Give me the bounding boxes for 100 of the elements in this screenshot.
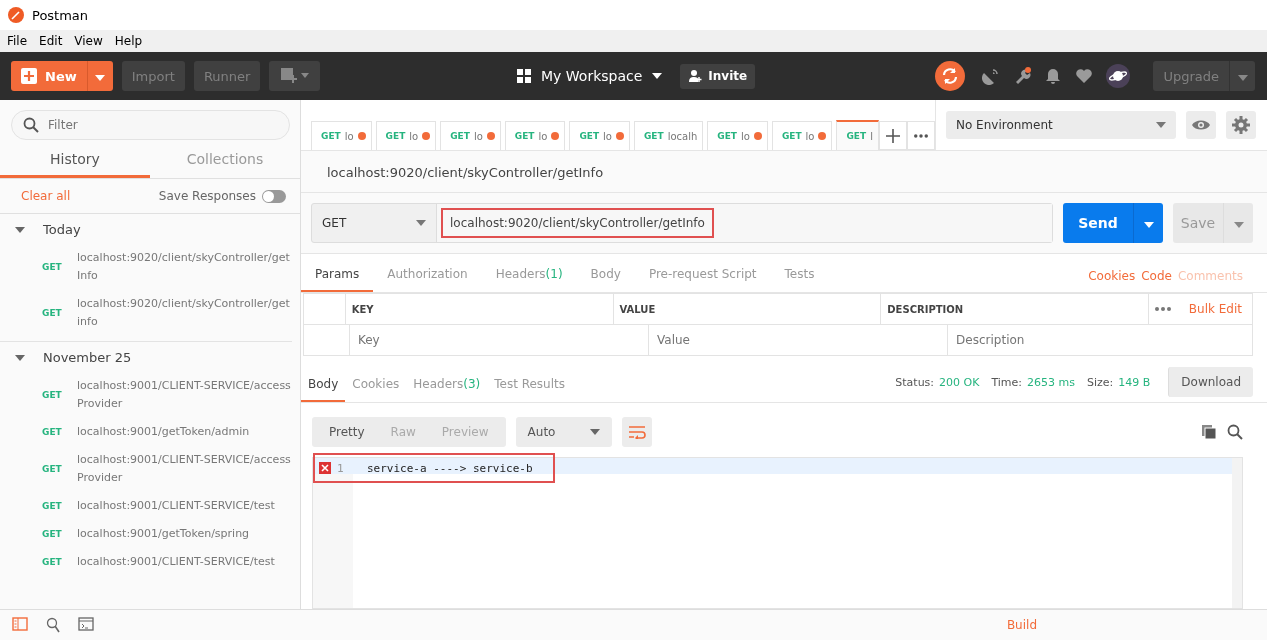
history-item[interactable]: localhost:9001/CLIENT-SERVICE/accessProvider [77, 377, 292, 413]
menu-item[interactable]: File [7, 34, 28, 48]
save-dropdown-button[interactable] [1223, 203, 1253, 243]
menu-item[interactable]: View [74, 34, 103, 48]
new-button[interactable]: New [11, 61, 87, 91]
save-responses-label: Save Responses [158, 189, 256, 203]
bell-icon[interactable] [1044, 67, 1063, 85]
new-window-button[interactable] [269, 61, 321, 91]
download-button[interactable]: Download [1168, 367, 1253, 397]
param-field[interactable]: Description [954, 332, 1227, 348]
more-icon[interactable] [1155, 307, 1172, 311]
sidebar-tab[interactable]: History [0, 142, 150, 178]
more-icon [913, 133, 928, 138]
caret-icon [1155, 122, 1166, 128]
copy-icon[interactable] [1201, 424, 1217, 440]
request-tab[interactable]: GET lo [504, 121, 566, 150]
response-section-tab[interactable]: Body [301, 377, 346, 402]
environment-dropdown[interactable]: No Environment [945, 111, 1176, 139]
request-section-tab[interactable]: Params [301, 267, 374, 292]
method-label: GET [42, 308, 63, 318]
planet-avatar-icon[interactable] [1106, 64, 1131, 88]
method-label: GET [42, 501, 63, 511]
request-link[interactable]: Code [1141, 269, 1172, 283]
plus-icon [21, 68, 37, 84]
code-text: service-a ----> service-b [367, 461, 533, 475]
history-item[interactable]: localhost:9020/client/skyController/getInfo [77, 249, 292, 285]
satellite-dish-icon[interactable] [982, 67, 1001, 85]
request-tab[interactable]: GET l [836, 120, 879, 150]
request-tab[interactable]: GET lo [707, 121, 768, 150]
response-section-tab[interactable]: Headers(3) [406, 377, 488, 402]
caret-icon[interactable] [15, 354, 25, 361]
url-field[interactable]: localhost:9020/client/skyController/getInfo [441, 208, 714, 238]
meta-label: Time: [991, 375, 1023, 389]
search-icon[interactable] [46, 617, 60, 633]
postman-logo-icon [8, 7, 24, 23]
request-tab[interactable]: GET lo [375, 121, 437, 150]
settings-button[interactable] [1225, 111, 1256, 139]
console-icon[interactable] [78, 617, 94, 631]
send-button[interactable]: Send [1063, 203, 1133, 243]
sidebar-toggle-icon[interactable] [12, 617, 28, 631]
upgrade-button[interactable]: Upgrade [1153, 61, 1229, 91]
heart-icon[interactable] [1075, 67, 1094, 85]
line-number: 1 [337, 461, 345, 475]
request-section-tab[interactable]: Body [576, 267, 635, 292]
runner-button[interactable]: Runner [193, 61, 261, 91]
history-item[interactable]: localhost:9001/CLIENT-SERVICE/accessProvider [77, 451, 292, 487]
column-header: KEY [351, 303, 374, 315]
import-button[interactable]: Import [121, 61, 185, 91]
wrap-button[interactable] [621, 417, 652, 447]
response-section-tab[interactable]: Test Results [487, 377, 572, 402]
request-link[interactable]: Cookies [1088, 269, 1136, 283]
search-icon [23, 117, 39, 133]
caret-icon [1233, 221, 1244, 228]
history-group-title[interactable]: Today [43, 222, 81, 237]
history-item[interactable]: localhost:9001/CLIENT-SERVICE/test [77, 497, 292, 515]
new-dropdown-button[interactable] [86, 61, 113, 91]
history-group-title[interactable]: November 25 [43, 350, 132, 365]
more-button[interactable] [906, 121, 935, 150]
request-tab[interactable]: GET lo [569, 121, 630, 150]
caret-icon [652, 73, 663, 79]
add-tab-button[interactable] [878, 121, 907, 150]
send-dropdown-button[interactable] [1133, 203, 1163, 243]
format-dropdown[interactable]: Auto [515, 417, 612, 447]
clear-all-link[interactable]: Clear all [21, 189, 71, 203]
param-field[interactable]: Key [355, 332, 623, 348]
request-section-tab[interactable]: Tests [770, 267, 829, 292]
response-section-tab[interactable]: Cookies [345, 377, 407, 402]
request-section-tab[interactable]: Pre-request Script [634, 267, 771, 292]
history-item[interactable]: localhost:9001/getToken/spring [77, 525, 292, 543]
request-tab[interactable]: GET lo [311, 121, 372, 150]
search-icon[interactable] [1227, 424, 1243, 440]
bulk-edit-link[interactable]: Bulk Edit [1188, 302, 1242, 316]
meta-label: Size: [1087, 375, 1114, 389]
workspace-button[interactable]: My Workspace [511, 67, 669, 85]
eye-button[interactable] [1185, 111, 1216, 139]
request-section-tab[interactable]: Headers(1) [481, 267, 577, 292]
sync-icon[interactable] [935, 61, 966, 91]
history-item[interactable]: localhost:9001/CLIENT-SERVICE/test [77, 553, 292, 571]
method-label: GET [42, 262, 63, 272]
save-button[interactable]: Save [1173, 203, 1223, 243]
request-tab[interactable]: GET localh [633, 121, 704, 150]
column-header: DESCRIPTION [887, 303, 964, 315]
request-tab[interactable]: GET lo [771, 121, 833, 150]
build-link[interactable]: Build [1006, 618, 1037, 632]
request-section-tab[interactable]: Authorization [373, 267, 482, 292]
sidebar-tab[interactable]: Collections [150, 142, 300, 178]
menu-item[interactable]: Help [114, 34, 143, 48]
filter-field[interactable]: Filter [11, 110, 290, 140]
upgrade-dropdown-button[interactable] [1229, 61, 1255, 91]
history-item[interactable]: localhost:9020/client/skyController/getinfo [77, 295, 292, 331]
param-field[interactable]: Value [655, 332, 922, 348]
menu-item[interactable]: Edit [39, 34, 63, 48]
history-item[interactable]: localhost:9001/getToken/admin [77, 423, 292, 441]
invite-button[interactable]: Invite [680, 63, 756, 89]
view-mode-tab[interactable]: Pretty [316, 425, 378, 439]
add-window-icon [279, 67, 310, 85]
request-tab[interactable]: GET lo [440, 121, 501, 150]
meta-value: 200 OK [939, 375, 980, 389]
save-responses-toggle[interactable] [262, 189, 286, 203]
caret-icon[interactable] [15, 226, 25, 233]
